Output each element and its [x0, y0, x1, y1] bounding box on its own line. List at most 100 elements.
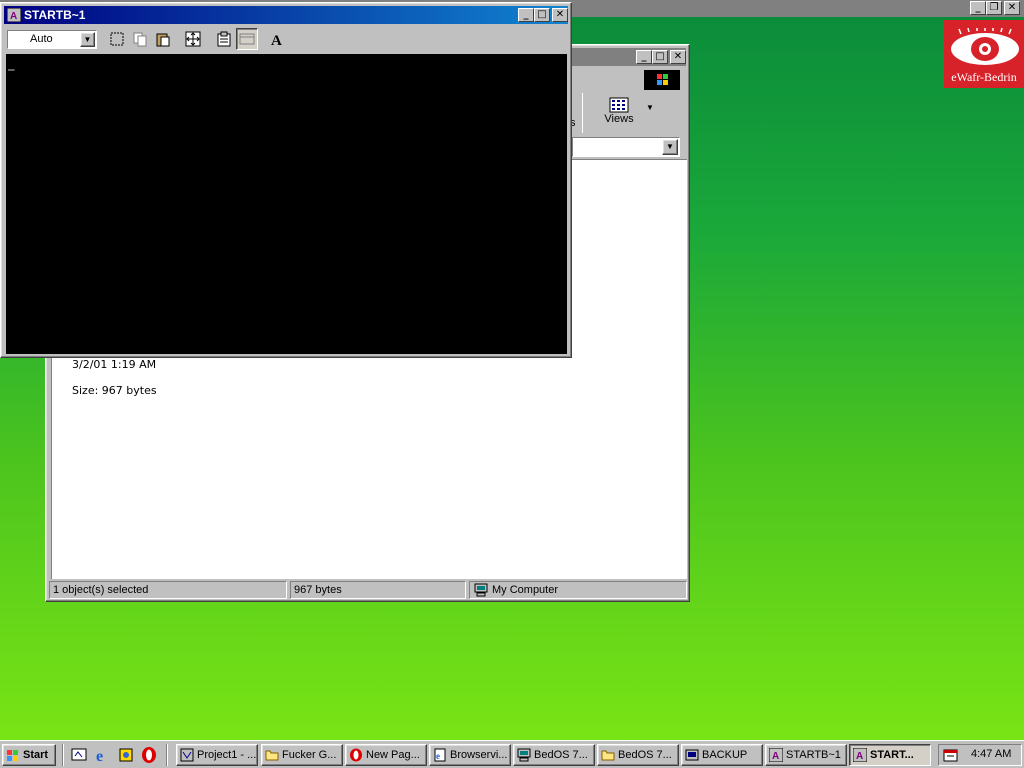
task-label: Fucker G... [282, 749, 337, 761]
logo-text: eWafr-Bedrin [951, 70, 1017, 84]
toolbar-separator [582, 93, 583, 133]
task-label: BedOS 7... [534, 749, 588, 761]
minimize-button[interactable]: _ [970, 1, 986, 15]
task-label: BedOS 7... [618, 749, 672, 761]
close-button[interactable]: ✕ [670, 50, 686, 64]
windows-logo-icon [644, 70, 680, 90]
document-icon: e [434, 748, 446, 762]
clock[interactable]: 4:47 AM [971, 748, 1011, 760]
paste-icon [156, 33, 170, 47]
svg-text:e: e [96, 748, 103, 764]
status-bar: 1 object(s) selected 967 bytes My Comput… [49, 581, 687, 600]
task-label: Browservi... [450, 749, 508, 761]
channels-icon[interactable] [117, 746, 135, 764]
console-title: STARTB~1 [24, 8, 86, 22]
opera-icon [350, 748, 362, 762]
chevron-down-icon[interactable]: ▼ [662, 139, 678, 155]
opera-icon[interactable] [140, 746, 158, 764]
views-label: Views [604, 113, 634, 125]
task-button[interactable]: BACKUP [681, 744, 763, 766]
console-toolbar: Auto ▼ A [4, 26, 568, 52]
text-cursor: _ [8, 58, 15, 71]
explorer-toolbar: s Views ▼ [566, 93, 686, 133]
views-icon [609, 97, 629, 113]
close-button[interactable]: ✕ [1004, 1, 1020, 15]
taskbar: Start e Project1 - ... Fucker G... New P… [0, 740, 1024, 768]
show-desktop-icon[interactable] [70, 746, 88, 764]
chevron-down-icon[interactable]: ▼ [80, 32, 95, 47]
internet-explorer-icon[interactable]: e [94, 746, 112, 765]
font-icon: A [271, 33, 282, 47]
computer-icon [474, 583, 488, 597]
status-zone: My Computer [469, 581, 687, 599]
computer-icon [517, 748, 531, 762]
copy-button[interactable] [129, 28, 151, 50]
folder-icon [601, 750, 615, 761]
background-icon [239, 33, 255, 45]
file-size: Size: 967 bytes [72, 384, 157, 397]
scheduler-icon[interactable] [943, 747, 959, 763]
svg-text:A: A [271, 33, 282, 47]
task-button[interactable]: BedOS 7... [597, 744, 679, 766]
taskbar-separator [166, 744, 168, 766]
task-button[interactable]: BedOS 7... [513, 744, 595, 766]
task-button[interactable]: e Browservi... [429, 744, 511, 766]
close-button[interactable]: ✕ [552, 8, 568, 22]
system-tray: 4:47 AM [938, 744, 1022, 766]
minimize-button[interactable]: _ [518, 8, 534, 22]
folder-icon [265, 750, 279, 761]
maximize-button[interactable]: □ [534, 8, 550, 22]
paste-button[interactable] [152, 28, 174, 50]
minimize-button[interactable]: _ [636, 50, 652, 64]
status-zone-label: My Computer [492, 584, 559, 596]
explorer-menubar [566, 69, 686, 91]
console-app-icon: A [769, 748, 783, 762]
mark-button[interactable] [106, 28, 128, 50]
file-date: 3/2/01 1:19 AM [72, 358, 157, 371]
background-button[interactable] [236, 28, 258, 50]
status-bytes: 967 bytes [290, 581, 466, 599]
font-size-value: Auto [30, 33, 53, 45]
console-app-icon: A [853, 748, 867, 762]
console-app-icon: A [7, 8, 21, 22]
font-button[interactable]: A [266, 28, 288, 50]
views-button[interactable]: Views [596, 95, 642, 131]
address-combo[interactable]: ▼ [572, 137, 680, 157]
console-titlebar[interactable]: A STARTB~1 _ □ ✕ [4, 6, 568, 24]
svg-text:A: A [10, 11, 17, 22]
svg-text:A: A [856, 751, 863, 762]
console-screen[interactable]: _ [6, 54, 567, 354]
svg-text:e: e [436, 751, 440, 761]
console-window[interactable]: A STARTB~1 _ □ ✕ Auto ▼ A _ [0, 2, 572, 358]
views-dropdown-arrow-icon[interactable]: ▼ [646, 103, 654, 112]
task-label: START... [870, 749, 914, 761]
task-label: Project1 - ... [197, 749, 257, 761]
windows-logo-icon [7, 750, 18, 761]
task-label: BACKUP [702, 749, 748, 761]
task-button-active[interactable]: A START... [849, 744, 931, 766]
task-button[interactable]: A STARTB~1 [765, 744, 847, 766]
mark-icon [110, 32, 124, 46]
start-label: Start [23, 749, 49, 761]
svg-text:A: A [772, 751, 779, 762]
status-selected: 1 object(s) selected [49, 581, 287, 599]
task-button[interactable]: Project1 - ... [176, 744, 258, 766]
font-size-select[interactable]: Auto ▼ [7, 30, 97, 49]
task-label: New Pag... [366, 749, 420, 761]
eye-icon [951, 28, 1019, 65]
restore-button[interactable]: ❐ [986, 1, 1002, 15]
copy-icon [133, 32, 147, 47]
start-button[interactable]: Start [2, 744, 56, 766]
task-button[interactable]: Fucker G... [261, 744, 343, 766]
fullscreen-button[interactable] [182, 28, 204, 50]
backup-icon [685, 749, 699, 761]
task-label: STARTB~1 [786, 749, 841, 761]
task-button[interactable]: New Pag... [345, 744, 427, 766]
project-icon [180, 748, 194, 762]
properties-icon [217, 31, 231, 47]
maximize-button[interactable]: □ [652, 50, 668, 64]
ewafr-logo[interactable]: eWafr-Bedrin [944, 20, 1024, 88]
fullscreen-icon [185, 31, 201, 47]
properties-button[interactable] [213, 28, 235, 50]
taskbar-separator [62, 744, 64, 766]
